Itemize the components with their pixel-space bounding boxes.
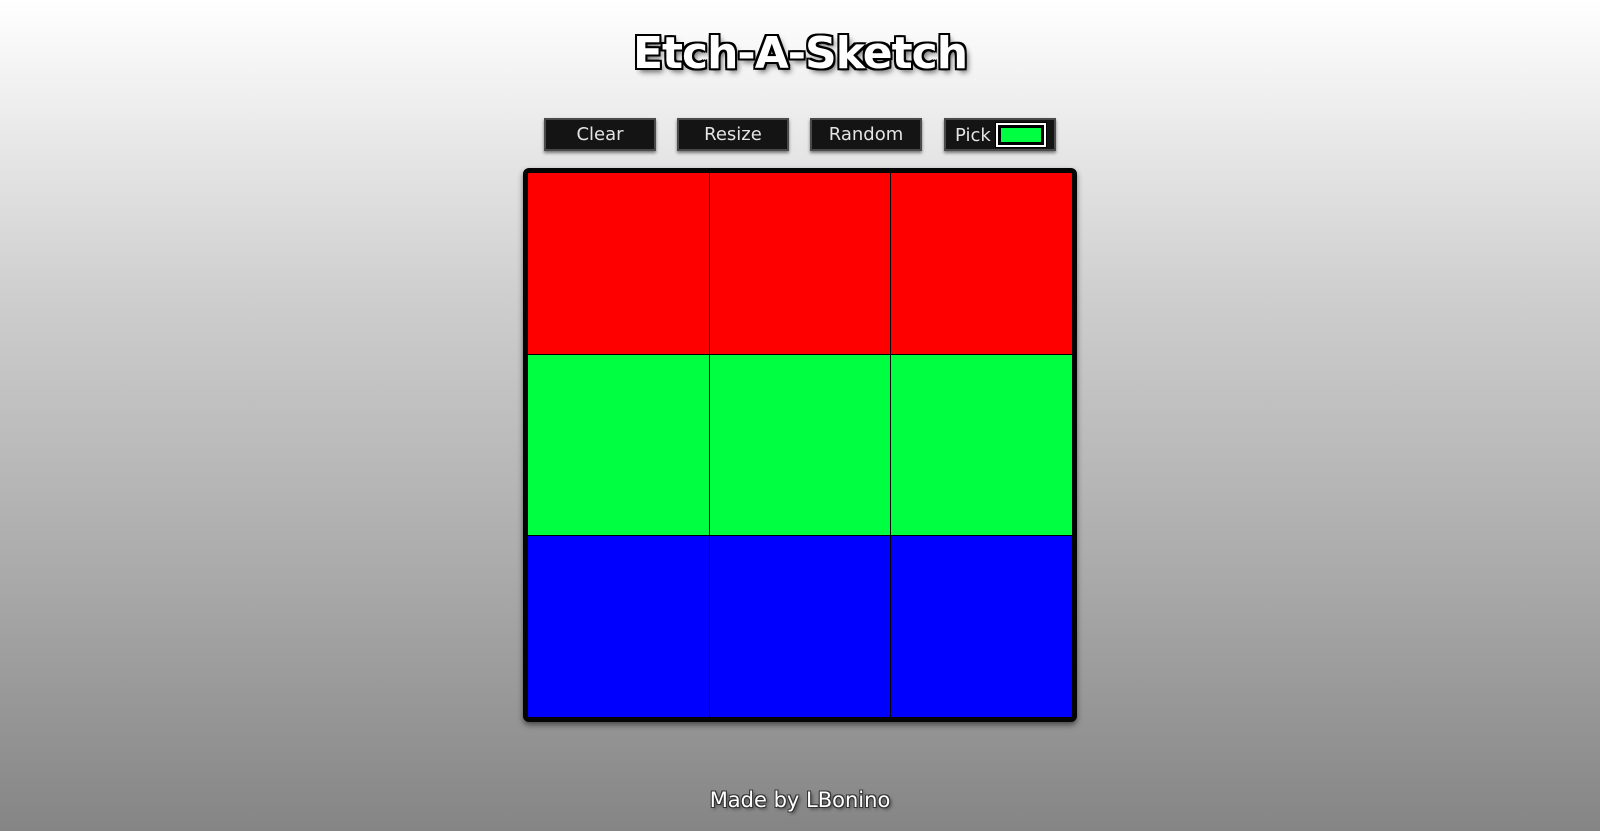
grid-cell[interactable] [891, 536, 1072, 717]
page-title: Etch-A-Sketch [632, 28, 968, 79]
grid-cell[interactable] [709, 354, 891, 536]
grid-cell[interactable] [891, 354, 1072, 536]
grid-cell[interactable] [528, 173, 709, 354]
color-picker-input[interactable] [995, 122, 1047, 148]
pick-label: Pick [955, 125, 991, 146]
random-button[interactable]: Random [810, 118, 922, 151]
pick-color-control[interactable]: Pick [944, 118, 1056, 151]
grid-cell[interactable] [528, 536, 709, 717]
resize-button[interactable]: Resize [677, 118, 789, 151]
color-swatch [1001, 128, 1041, 142]
grid-cell[interactable] [891, 173, 1072, 354]
grid-cell[interactable] [528, 354, 709, 536]
grid-cell[interactable] [709, 173, 891, 354]
toolbar: Clear Resize Random Pick [544, 118, 1056, 151]
clear-button[interactable]: Clear [544, 118, 656, 151]
grid-cell[interactable] [709, 536, 891, 717]
sketch-grid[interactable] [523, 168, 1077, 722]
footer-credit: Made by LBonino [709, 788, 891, 812]
